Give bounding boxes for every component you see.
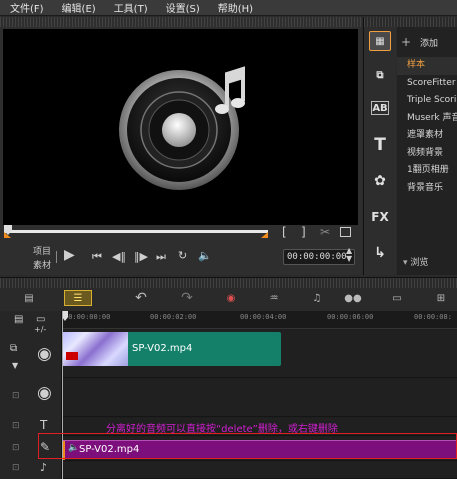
fx-icon[interactable]: FX [369,207,391,227]
library-list: + 添加 样本 ScoreFitter Triple Scoring Muser… [397,27,457,275]
zoom-icon[interactable]: +/- [34,325,46,334]
multi-view-icon[interactable]: ⊞ [430,290,452,306]
sound-mixer-icon[interactable]: ♒ [263,290,285,306]
music-track-lane [62,462,457,479]
timeline-grip[interactable] [0,278,457,288]
panel-grip[interactable] [0,17,362,27]
menu-settings[interactable]: 设置(S) [156,0,208,15]
mode-project-label[interactable]: 项目 [33,244,51,257]
volume-icon[interactable]: 🔈 [198,249,212,262]
lock-icon[interactable]: ⊡ [12,463,20,473]
library-panel: ▦ ⧉ AB T ✿ FX ↳ + 添加 样本 ScoreFitter Trip… [363,17,457,275]
play-icon[interactable]: ▶ [64,247,75,263]
highlight-box [38,433,457,459]
library-item[interactable]: 样本 [397,57,457,75]
mark-in-button[interactable]: [ [282,225,287,239]
mode-divider [56,251,62,263]
music-speaker-icon [119,66,245,190]
ruler-tick: 00:00:02:00 [150,313,197,321]
next-frame-icon[interactable]: ‖▶ [134,250,148,263]
storyboard-view-icon[interactable]: ▤ [18,290,40,306]
prev-frame-icon[interactable]: ◀‖ [112,250,126,263]
menu-tools[interactable]: 工具(T) [104,0,156,15]
video-clip-label: SP-V02.mp4 [132,343,193,354]
library-item[interactable]: 背景音乐 [397,180,457,198]
video-track-toggle-icon[interactable]: ⧉ [10,343,17,354]
timeline-view-icon[interactable]: ☰ [64,290,92,306]
preview-screen [3,29,358,225]
ruler-tick: 00:00:00:00 [64,313,111,321]
graphic-icon[interactable]: ✿ [369,171,391,191]
track-manager-icon[interactable]: ▤ [14,314,23,325]
timecode-value: 00:00:00:00 [287,252,347,262]
redo-icon[interactable]: ↷ [176,290,198,306]
browse-button[interactable]: ▾ 浏览 [403,255,428,268]
transition-icon[interactable]: ⧉ [369,65,391,85]
video-track-icon: ◉ [37,344,52,364]
library-item[interactable]: 1翻页相册 [397,162,457,180]
overlay-track-lane [62,379,457,417]
record-capture-icon[interactable]: ◉ [220,290,242,306]
library-item[interactable]: 遮罩素材 [397,127,457,145]
undo-icon[interactable]: ↶ [130,290,152,306]
video-track-lane: SP-V02.mp4 [62,330,457,378]
lock-icon[interactable]: ⊡ [12,421,20,431]
music-track-icon: ♪ [40,461,48,474]
collapse-icon[interactable]: ▼ [12,361,18,370]
mark-out-button[interactable]: ] [301,225,306,239]
home-icon[interactable]: ⏮ [92,250,102,264]
library-item[interactable]: 视频背景 [397,145,457,163]
timecode-field[interactable]: 00:00:00:00 [283,249,355,265]
scrub-track[interactable] [4,230,268,233]
end-icon[interactable]: ⏭ [156,250,166,264]
clip-thumbnail [62,332,128,366]
plus-icon: + [401,35,412,49]
lock-icon[interactable]: ⊡ [12,391,20,401]
overlay-track-icon: ◉ [37,383,52,403]
menu-edit[interactable]: 编辑(E) [52,0,104,15]
library-item[interactable]: Triple Scoring [397,92,457,110]
video-clip[interactable]: SP-V02.mp4 [62,332,281,366]
cut-icon[interactable]: ✂ [320,225,330,239]
lock-icon[interactable]: ⊡ [12,443,20,453]
library-grip[interactable] [364,17,457,27]
motion-tracking-icon[interactable]: ●● [342,290,364,306]
clip-badge [66,352,78,360]
title-t-icon[interactable]: T [369,135,391,155]
menu-file[interactable]: 文件(F) [0,0,52,15]
mode-clip-label[interactable]: 素材 [33,258,51,271]
path-icon[interactable]: ↳ [369,243,391,263]
menu-help[interactable]: 帮助(H) [208,0,261,15]
copy-icon[interactable] [340,227,351,237]
library-item[interactable]: Muserk 声音 [397,110,457,128]
scrub-bar[interactable] [4,225,268,238]
repeat-icon[interactable]: ↻ [178,249,187,262]
timecode-stepper[interactable]: ▲ ▼ [346,247,352,263]
ruler-tick: 00:00:08: [414,313,452,321]
auto-music-icon[interactable]: ♫ [306,290,328,306]
library-item[interactable]: ScoreFitter [397,75,457,93]
media-icon[interactable]: ▦ [369,31,391,51]
add-folder-button[interactable]: + 添加 [397,27,457,57]
menu-bar: 文件(F) 编辑(E) 工具(T) 设置(S) 帮助(H) [0,0,457,16]
subtitle-editor-icon[interactable]: ▭ [386,290,408,306]
timeline-toolbar: ▤ ☰ ↶ ↷ ◉ ♒ ♫ ●● ▭ ⊞ [0,277,457,311]
title-track-icon: T [40,418,48,432]
ruler-tick: 00:00:06:00 [327,313,374,321]
library-tab-bar: ▦ ⧉ AB T ✿ FX ↳ [364,27,396,275]
preview-panel: [ ] ✂ 项目 素材 ▶ ⏮ ◀‖ ‖▶ ⏭ ↻ 🔈 00:00:00:00 … [0,17,362,275]
time-ruler[interactable]: 00:00:00:00 00:00:02:00 00:00:04:00 00:0… [62,311,457,329]
browse-icon: ▾ [403,258,408,268]
title-ab-icon[interactable]: AB [371,101,389,115]
ruler-tick: 00:00:04:00 [240,313,287,321]
chapter-icon[interactable]: ▭ [36,314,45,325]
